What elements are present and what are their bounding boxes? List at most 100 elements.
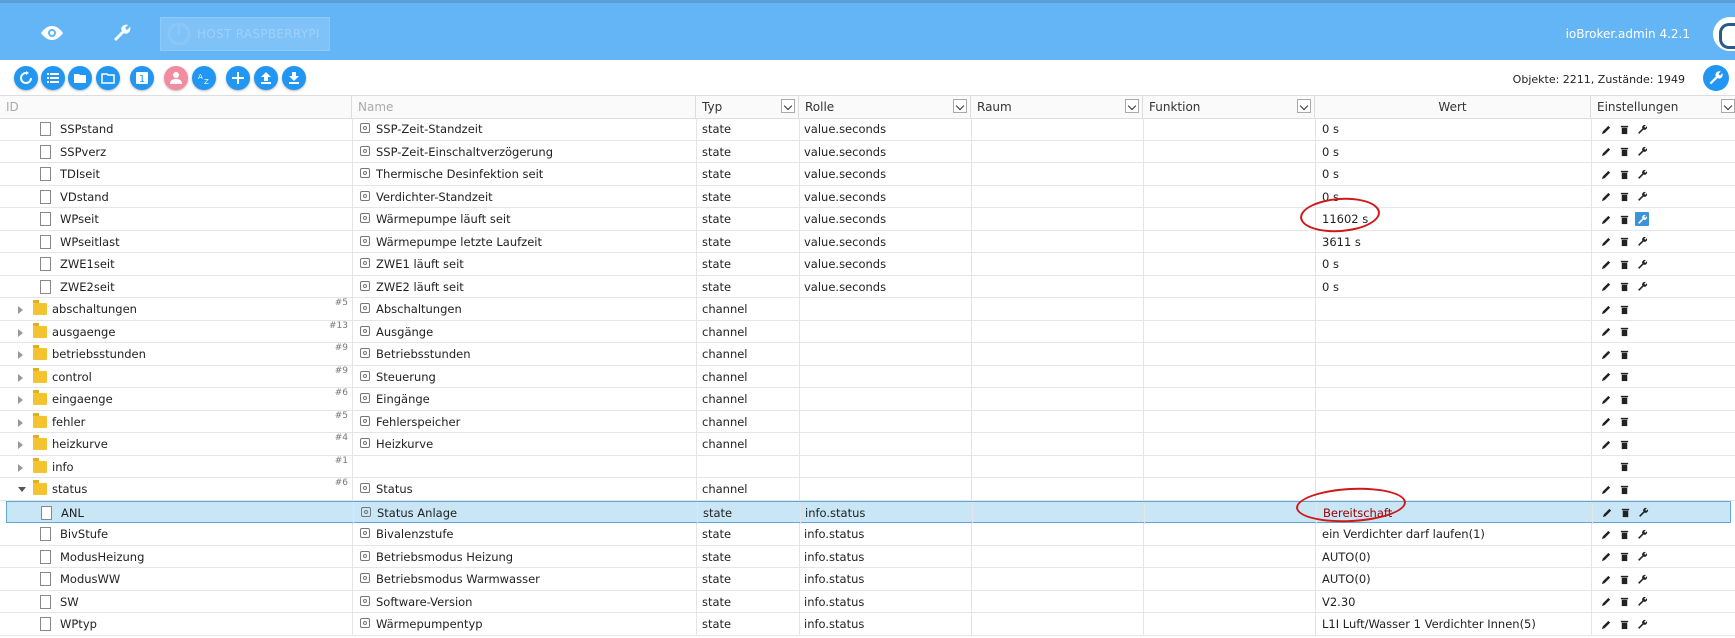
wrench-icon[interactable] (108, 19, 136, 47)
wrench-icon[interactable] (1635, 280, 1649, 294)
expand-icon[interactable] (18, 306, 23, 314)
settings-column-dropdown[interactable] (1721, 99, 1735, 113)
delete-icon[interactable] (1617, 122, 1631, 136)
edit-icon[interactable] (1599, 145, 1613, 159)
row-value[interactable]: L1I Luft/Wasser 1 Verdichter Innen(5) (1322, 613, 1588, 635)
edit-icon[interactable] (1599, 392, 1613, 406)
delete-icon[interactable] (1617, 415, 1631, 429)
row-value[interactable] (1322, 321, 1588, 343)
function-filter-dropdown[interactable] (1297, 99, 1311, 113)
row-value[interactable]: 0 s (1322, 141, 1588, 163)
delete-icon[interactable] (1617, 280, 1631, 294)
table-row[interactable]: abschaltungen #5 Abschaltungen channel (0, 298, 1735, 321)
expand-level-button[interactable]: 1 (130, 66, 154, 90)
add-button[interactable] (226, 66, 250, 90)
delete-icon[interactable] (1617, 167, 1631, 181)
expand-icon[interactable] (18, 418, 23, 427)
row-value[interactable]: 0 s (1322, 163, 1588, 185)
edit-icon[interactable] (1599, 617, 1613, 631)
wrench-icon[interactable] (1635, 572, 1649, 586)
edit-icon[interactable] (1599, 437, 1613, 451)
delete-icon[interactable] (1617, 482, 1631, 496)
settings-button[interactable] (1703, 65, 1729, 91)
delete-icon[interactable] (1617, 550, 1631, 564)
user-filter-button[interactable] (164, 66, 188, 90)
wrench-icon[interactable] (1635, 595, 1649, 609)
header-room[interactable]: Raum (971, 96, 1143, 118)
delete-icon[interactable] (1617, 460, 1631, 474)
edit-icon[interactable] (1599, 167, 1613, 181)
row-value[interactable] (1322, 343, 1588, 365)
row-value[interactable] (1322, 411, 1588, 433)
row-value[interactable]: V2.30 (1322, 591, 1588, 613)
edit-icon[interactable] (1599, 280, 1613, 294)
delete-icon[interactable] (1617, 595, 1631, 609)
upload-button[interactable] (254, 66, 278, 90)
edit-icon[interactable] (1599, 257, 1613, 271)
wrench-icon[interactable] (1635, 235, 1649, 249)
expand-icon[interactable] (18, 328, 23, 337)
row-value[interactable]: 0 s (1322, 276, 1588, 298)
type-filter-dropdown[interactable] (781, 99, 795, 113)
table-row[interactable]: ModusWW Betriebsmodus Warmwasser state info… (0, 568, 1735, 591)
refresh-button[interactable] (14, 66, 38, 90)
wrench-icon[interactable] (1635, 550, 1649, 564)
table-row[interactable]: ModusHeizung Betriebsmodus Heizung state in… (0, 545, 1735, 568)
delete-icon[interactable] (1617, 617, 1631, 631)
table-row[interactable]: TDIseit Thermische Desinfektion seit state… (0, 163, 1735, 186)
delete-icon[interactable] (1617, 257, 1631, 271)
table-row[interactable]: ANL Status Anlage state info.status Bereitsc… (6, 500, 1731, 524)
role-filter-dropdown[interactable] (953, 99, 967, 113)
expand-icon[interactable] (18, 373, 23, 382)
row-value[interactable]: ein Verdichter darf laufen(1) (1322, 523, 1588, 545)
row-value[interactable]: AUTO(0) (1322, 568, 1588, 590)
table-row[interactable]: ZWE2seit ZWE2 läuft seit state value.second… (0, 275, 1735, 298)
edit-icon[interactable] (1599, 550, 1613, 564)
edit-icon[interactable] (1599, 572, 1613, 586)
delete-icon[interactable] (1617, 302, 1631, 316)
collapse-icon[interactable] (18, 487, 26, 492)
edit-icon[interactable] (1599, 302, 1613, 316)
header-value[interactable]: Wert (1315, 96, 1591, 118)
table-row[interactable]: control #9 Steuerung channel (0, 365, 1735, 388)
wrench-icon[interactable] (1635, 167, 1649, 181)
wrench-icon[interactable] (1635, 212, 1649, 226)
table-row[interactable]: betriebsstunden #9 Betriebsstunden channel (0, 343, 1735, 366)
row-value[interactable]: 0 s (1322, 118, 1588, 140)
row-value[interactable] (1322, 298, 1588, 320)
header-id[interactable]: ID (0, 96, 352, 118)
table-row[interactable]: eingaenge #6 Eingänge channel (0, 388, 1735, 411)
wrench-icon[interactable] (1635, 527, 1649, 541)
table-row[interactable]: status #6 Status channel (0, 478, 1735, 501)
table-row[interactable]: VDstand Verdichter-Standzeit state value.se… (0, 185, 1735, 208)
delete-icon[interactable] (1617, 190, 1631, 204)
delete-icon[interactable] (1617, 370, 1631, 384)
delete-icon[interactable] (1617, 572, 1631, 586)
room-filter-dropdown[interactable] (1125, 99, 1139, 113)
delete-icon[interactable] (1617, 392, 1631, 406)
delete-icon[interactable] (1617, 347, 1631, 361)
edit-icon[interactable] (1599, 482, 1613, 496)
list-view-button[interactable] (41, 66, 65, 90)
row-value[interactable] (1322, 456, 1588, 478)
row-value[interactable]: 0 s (1322, 253, 1588, 275)
row-value[interactable] (1322, 366, 1588, 388)
table-row[interactable]: SSPstand SSP-Zeit-Standzeit state value.sec… (0, 118, 1735, 141)
delete-icon[interactable] (1617, 212, 1631, 226)
edit-icon[interactable] (1599, 527, 1613, 541)
expand-all-button[interactable] (68, 66, 92, 90)
header-function[interactable]: Funktion (1143, 96, 1315, 118)
expand-icon[interactable] (18, 463, 23, 472)
table-row[interactable]: WPtyp Wärmepumpentyp state info.status L1I L… (0, 613, 1735, 636)
expand-icon[interactable] (18, 396, 23, 404)
eye-icon[interactable] (38, 19, 66, 47)
wrench-icon[interactable] (1636, 506, 1650, 520)
expand-icon[interactable] (18, 351, 23, 359)
delete-icon[interactable] (1618, 506, 1632, 520)
edit-icon[interactable] (1599, 415, 1613, 429)
table-row[interactable]: WPseitlast Wärmepumpe letzte Laufzeit stat… (0, 230, 1735, 253)
edit-icon[interactable] (1599, 235, 1613, 249)
delete-icon[interactable] (1617, 325, 1631, 339)
row-value[interactable] (1322, 433, 1588, 455)
delete-icon[interactable] (1617, 437, 1631, 451)
